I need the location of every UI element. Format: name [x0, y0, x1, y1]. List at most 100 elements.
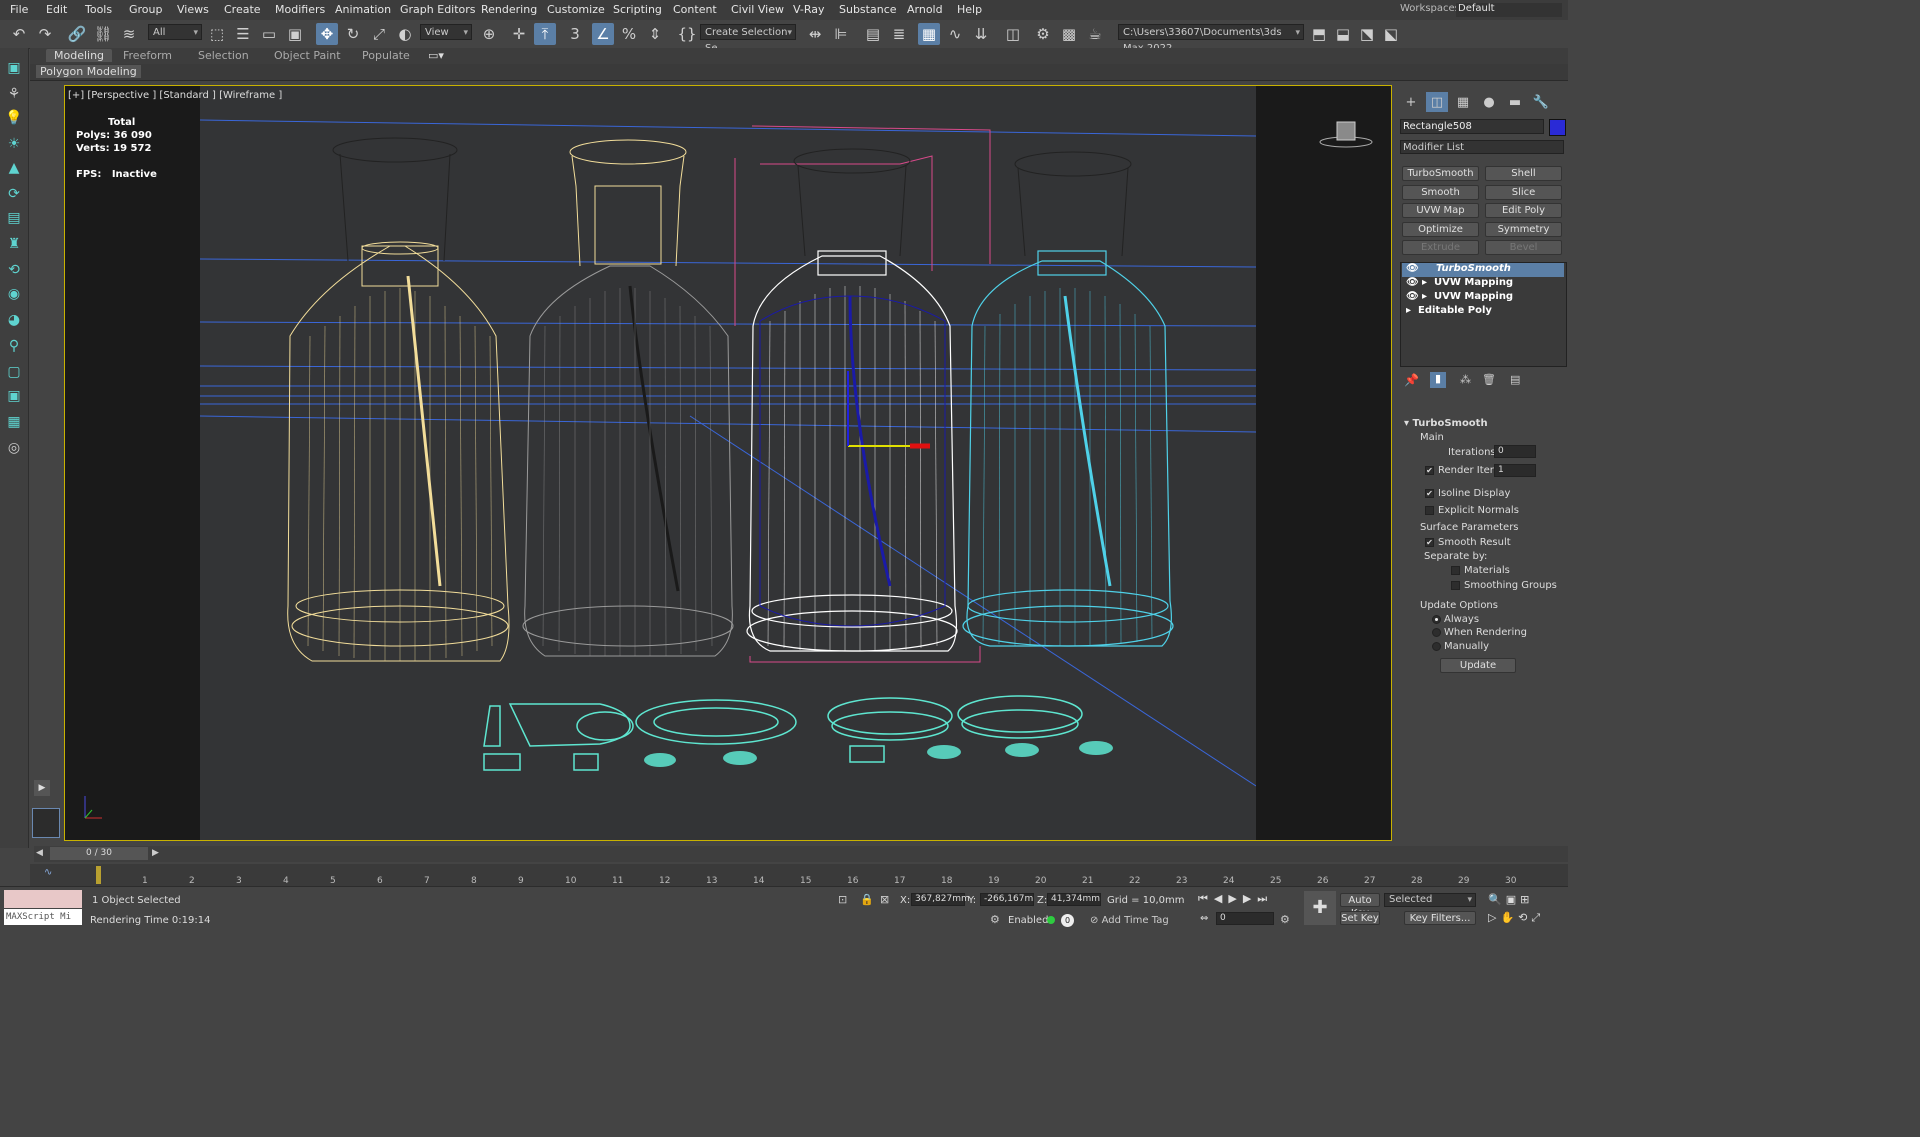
tab-selection[interactable]: Selection	[198, 49, 249, 62]
viewport-layout-icon[interactable]: ▣	[4, 58, 24, 78]
percent-snap-icon[interactable]: %	[618, 23, 640, 45]
track-bar[interactable]: ∿ 1 2 3 4 5 6 7 8 9 10 11 12 13 14 15 16 17 18 19 20 21 22 23 2…	[30, 864, 1568, 886]
menu-arnold[interactable]: Arnold	[907, 3, 943, 16]
refresh-icon[interactable]: ⟳	[4, 184, 24, 204]
edit-poly-button[interactable]: Edit Poly	[1485, 203, 1562, 218]
hierarchy-tab-icon[interactable]: ▦	[1452, 92, 1474, 112]
named-selection-icon[interactable]: {}	[676, 23, 698, 45]
isolate-icon[interactable]: ⊡	[838, 893, 847, 906]
scene-tools-icon[interactable]: ⚘	[4, 84, 24, 104]
pin-stack-icon[interactable]: 📌	[1404, 373, 1419, 387]
visibility-eye-icon[interactable]: 👁	[1406, 277, 1419, 288]
maxscript-input[interactable]: MAXScript Mi	[4, 909, 82, 925]
workspaces-dropdown[interactable]: Default	[1456, 3, 1562, 17]
grid-icon[interactable]: ▦	[4, 412, 24, 432]
redo-icon[interactable]: ↷	[34, 23, 56, 45]
menu-graph-editors[interactable]: Graph Editors	[400, 3, 476, 16]
modify-tab-icon[interactable]: ◫	[1426, 92, 1448, 112]
unlink-icon[interactable]: ⛓	[92, 23, 114, 45]
project-icon-3[interactable]: ⬔	[1356, 23, 1378, 45]
navigation-controls-bottom[interactable]: ▷✋⟲⤢	[1488, 911, 1544, 925]
time-config-icon[interactable]: ⚙	[1280, 913, 1290, 926]
select-manipulate-icon[interactable]: ✛	[508, 23, 530, 45]
render-production-icon[interactable]: ☕	[1084, 23, 1106, 45]
make-unique-icon[interactable]: ⁂	[1460, 373, 1471, 386]
named-selection-dropdown[interactable]: Create Selection Se	[700, 24, 796, 54]
isoline-checkbox[interactable]: ✔	[1425, 489, 1434, 498]
expand-icon[interactable]: ▸	[1422, 291, 1427, 302]
light-icon[interactable]: 💡	[4, 108, 24, 128]
menu-create[interactable]: Create	[224, 3, 261, 16]
manually-radio[interactable]	[1432, 642, 1441, 651]
curve-editor-mini-icon[interactable]: ∿	[44, 867, 52, 878]
tab-populate[interactable]: Populate	[362, 49, 410, 62]
material-editor-icon[interactable]: ◫	[1002, 23, 1024, 45]
viewport-thumbnail[interactable]	[32, 808, 60, 838]
tab-modeling[interactable]: Modeling	[46, 49, 113, 62]
eye-icon[interactable]: ◎	[4, 438, 24, 458]
bevel-button[interactable]: Bevel	[1485, 240, 1562, 255]
angle-snap-icon[interactable]: ∠	[592, 23, 614, 45]
menu-views[interactable]: Views	[177, 3, 209, 16]
expand-arrow-icon[interactable]: ▶	[34, 780, 50, 796]
modifier-list-dropdown[interactable]: Modifier List	[1400, 140, 1564, 154]
layer-icon[interactable]: ▤	[4, 208, 24, 228]
smooth-result-checkbox[interactable]: ✔	[1425, 538, 1434, 547]
motion-tab-icon[interactable]: ●	[1478, 92, 1500, 112]
auto-key-button[interactable]: Auto Key	[1340, 893, 1380, 919]
shell-button[interactable]: Shell	[1485, 166, 1562, 181]
uvw-map-button[interactable]: UVW Map	[1402, 203, 1479, 218]
sun-icon[interactable]: ☀	[4, 134, 24, 154]
menu-rendering[interactable]: Rendering	[481, 3, 537, 16]
menu-file[interactable]: File	[10, 3, 28, 16]
time-tag-icon[interactable]: 0	[1061, 914, 1074, 927]
ribbon-toggle-icon[interactable]: ▦	[918, 23, 940, 45]
rendered-frame-icon[interactable]: ▩	[1058, 23, 1080, 45]
palette-icon[interactable]: ◕	[4, 310, 24, 330]
maxscript-listener-top[interactable]	[4, 890, 82, 908]
show-end-result-icon[interactable]: ▮	[1430, 372, 1446, 388]
menu-help[interactable]: Help	[957, 3, 982, 16]
explicit-normals-checkbox[interactable]	[1425, 506, 1434, 515]
cycle-icon[interactable]: ⟲	[4, 260, 24, 280]
link-icon[interactable]: 🔗	[66, 23, 88, 45]
extrude-button[interactable]: Extrude	[1402, 240, 1479, 255]
lock-icon[interactable]: 🔒	[860, 893, 874, 906]
schematic-view-icon[interactable]: ⇊	[970, 23, 992, 45]
always-radio[interactable]	[1432, 615, 1441, 624]
menu-edit[interactable]: Edit	[46, 3, 67, 16]
prev-frame-icon[interactable]: ◀	[36, 848, 43, 858]
key-mode-icon[interactable]: ⇔	[1200, 913, 1208, 924]
perspective-viewport[interactable]	[200, 86, 1256, 840]
viewport-label[interactable]: [+] [Perspective ] [Standard ] [Wirefram…	[68, 90, 282, 101]
align-icon[interactable]: ⊫	[830, 23, 852, 45]
project-icon-2[interactable]: ⬓	[1332, 23, 1354, 45]
window-crossing-icon[interactable]: ▣	[284, 23, 306, 45]
menu-substance[interactable]: Substance	[839, 3, 897, 16]
menu-group[interactable]: Group	[129, 3, 163, 16]
project-icon-1[interactable]: ⬒	[1308, 23, 1330, 45]
stack-item-turbosmooth[interactable]: 👁 TurboSmooth	[1402, 263, 1564, 277]
configure-sets-icon[interactable]: ▤	[1510, 373, 1520, 386]
move-icon[interactable]: ✥	[316, 23, 338, 45]
selection-filter-dropdown[interactable]: All	[148, 24, 202, 41]
rotate-icon[interactable]: ↻	[342, 23, 364, 45]
bulb-icon[interactable]: ⚲	[4, 336, 24, 356]
ref-coord-dropdown[interactable]: View	[420, 24, 472, 41]
stack-item-editable-poly[interactable]: ▸ Editable Poly	[1402, 305, 1564, 319]
key-selected-dropdown[interactable]: Selected	[1384, 893, 1476, 907]
sphere-icon[interactable]: ◉	[4, 284, 24, 304]
menu-civil-view[interactable]: Civil View	[731, 3, 784, 16]
key-filters-button[interactable]: Key Filters...	[1404, 911, 1476, 925]
y-coord-field[interactable]: -266,167m	[980, 893, 1034, 906]
menu-customize[interactable]: Customize	[547, 3, 605, 16]
expand-icon[interactable]: ▸	[1422, 277, 1427, 288]
optimize-button[interactable]: Optimize	[1402, 222, 1479, 237]
display-tab-icon[interactable]: ▬	[1504, 92, 1526, 112]
expand-icon[interactable]: ▸	[1406, 305, 1411, 316]
stack-item-uvw-mapping[interactable]: 👁 ▸ UVW Mapping	[1402, 277, 1564, 291]
bind-space-warp-icon[interactable]: ≋	[118, 23, 140, 45]
layer-explorer-icon[interactable]: ≣	[888, 23, 910, 45]
create-tab-icon[interactable]: +	[1400, 92, 1422, 112]
menu-content[interactable]: Content	[673, 3, 717, 16]
